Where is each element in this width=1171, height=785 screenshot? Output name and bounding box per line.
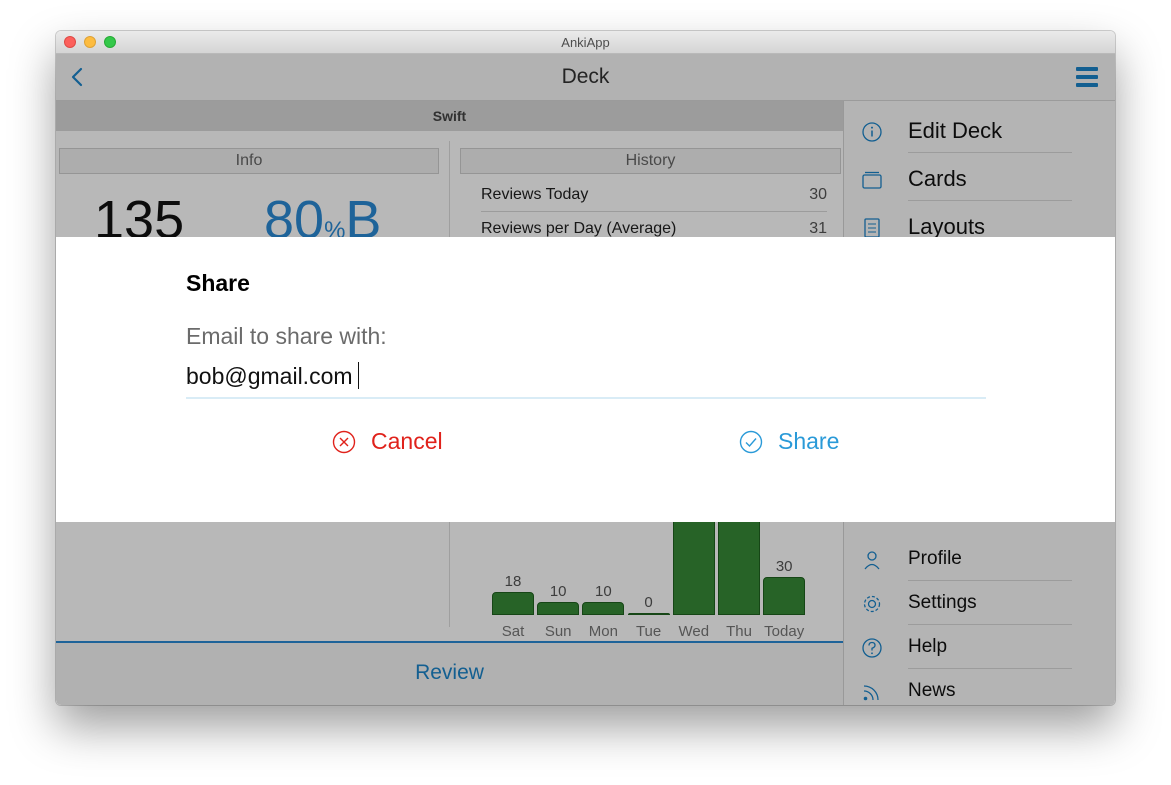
cancel-circle-icon — [332, 430, 356, 454]
share-label: Share — [778, 428, 840, 454]
share-button[interactable]: Share — [739, 428, 859, 458]
text-caret — [358, 362, 359, 389]
title-bar: AnkiApp — [56, 31, 1115, 54]
dialog-title: Share — [186, 270, 250, 296]
check-circle-icon — [739, 430, 763, 454]
cancel-label: Cancel — [371, 428, 443, 454]
share-dialog: Share Email to share with: Cancel Share — [56, 237, 1115, 522]
window-title: AnkiApp — [561, 35, 610, 50]
cancel-button[interactable]: Cancel — [332, 428, 462, 458]
email-field[interactable] — [186, 355, 986, 399]
email-label: Email to share with: — [186, 323, 387, 349]
